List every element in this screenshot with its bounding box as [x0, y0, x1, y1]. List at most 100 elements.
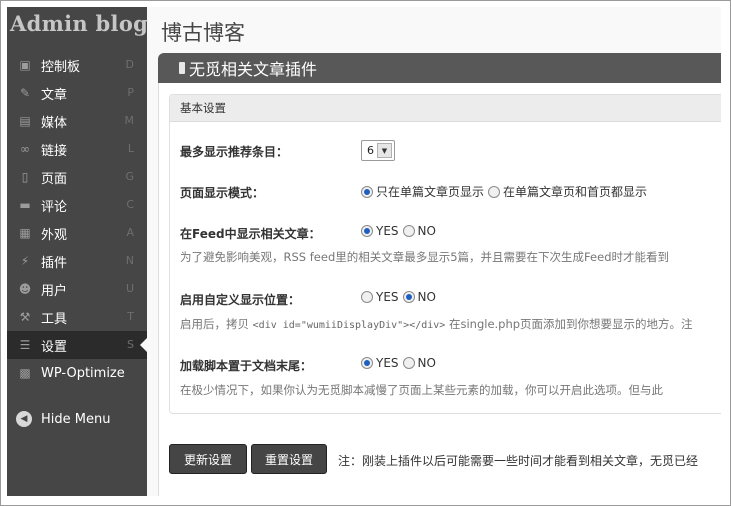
sidebar-item-label: 外观 [41, 227, 68, 243]
mobile-icon [179, 62, 185, 74]
shortcut-key: M [124, 114, 135, 127]
load-footer-label: 加载脚本置于文档末尾： [180, 359, 313, 373]
sidebar-item-plugin[interactable]: ⚡ 插件 N [7, 247, 147, 275]
plugin-header: 无觅相关文章插件 [158, 53, 721, 83]
load-footer-no-radio[interactable] [402, 357, 415, 369]
admin-sidebar: Admin blog ▣ 控制板 D ✎ 文章 P ▤ 媒体 M ∞ 链接 L ▯ 页面 G ▬ 评论 C ▦ 外观 A… [7, 7, 149, 496]
sidebar-item-label: 链接 [41, 143, 68, 159]
custom-position-no-radio[interactable] [402, 291, 415, 303]
shortcut-key: A [126, 226, 134, 239]
install-note: 注：刚装上插件以后可能需要一些时间才能看到相关文章，无觅已经 [338, 454, 699, 468]
comment-icon: ▬ [19, 198, 31, 212]
appearance-icon: ▦ [19, 226, 31, 240]
users-icon: ☻ [18, 282, 32, 296]
max-items-control: 6 ▼ [361, 140, 395, 161]
display-mode-both-radio[interactable] [488, 185, 501, 198]
load-footer-description: 在极少情况下，如果你认为无觅脚本减慢了页面上某些元素的加载，你可以开启此选项。但… [180, 383, 663, 397]
display-mode-single-label: 只在单篇文章页显示 [376, 185, 485, 199]
sidebar-item-label: 页面 [41, 171, 68, 187]
admin-menu: ▣ 控制板 D ✎ 文章 P ▤ 媒体 M ∞ 链接 L ▯ 页面 G ▬ 评论 C ▦ 外观 A ⚡ 插件 N ☻ 用户 U ⚒ 工具… [7, 51, 147, 387]
site-logo: Admin blog [10, 11, 149, 36]
sidebar-item-settings[interactable]: ☰ 设置 S [7, 331, 147, 359]
shortcut-key: D [125, 58, 134, 71]
feed-yes-radio[interactable] [361, 225, 373, 237]
collapse-arrow-icon: ◀ [16, 411, 32, 427]
feed-no-radio[interactable] [402, 225, 415, 237]
media-icon: ▤ [19, 114, 31, 128]
load-footer-control: YES NO [361, 356, 436, 370]
plugin-icon: ⚡ [20, 254, 30, 268]
custom-position-desc-code: <div id="wumiiDisplayDiv"></div> [252, 320, 446, 331]
settings-section-title: 基本设置 [170, 95, 721, 122]
custom-position-yes-label: YES [376, 290, 399, 304]
custom-position-description: 启用后，拷贝 <div id="wumiiDisplayDiv"></div> … [180, 316, 693, 332]
page-icon: ▯ [21, 170, 29, 184]
sidebar-item-comment[interactable]: ▬ 评论 C [7, 191, 147, 219]
sidebar-item-tools[interactable]: ⚒ 工具 T [7, 303, 147, 331]
shortcut-key: P [127, 86, 134, 99]
site-title: 博古博客 [161, 21, 245, 45]
custom-position-desc-before: 启用后，拷贝 [180, 317, 253, 331]
feed-description: 为了避免影响美观，RSS feed里的相关文章最多显示5篇，并且需要在下次生成F… [180, 250, 669, 264]
admin-shell: Admin blog ▣ 控制板 D ✎ 文章 P ▤ 媒体 M ∞ 链接 L ▯ 页面 G ▬ 评论 C ▦ 外观 A… [7, 7, 721, 496]
optimize-icon: ▩ [19, 366, 31, 380]
feed-label: 在Feed中显示相关文章： [180, 227, 321, 241]
sidebar-item-users[interactable]: ☻ 用户 U [7, 275, 147, 303]
sidebar-item-pin[interactable]: ✎ 文章 P [7, 79, 147, 107]
sidebar-item-label: 插件 [41, 255, 68, 271]
chevron-down-icon: ▼ [377, 143, 392, 158]
custom-position-yes-radio[interactable] [361, 291, 373, 303]
sidebar-item-label: WP-Optimize [41, 365, 125, 381]
feed-yes-label: YES [376, 224, 399, 238]
max-items-select[interactable]: 6 ▼ [361, 140, 395, 161]
load-footer-no-label: NO [417, 356, 436, 370]
shortcut-key: L [127, 142, 134, 155]
shortcut-key: N [125, 254, 134, 267]
settings-icon: ☰ [19, 338, 31, 352]
custom-position-control: YES NO [361, 290, 436, 304]
plugin-panel: 基本设置 最多显示推荐条目： 6 ▼ 页面显示模式： 只在单篇文章页显示 在单篇… [158, 83, 721, 496]
custom-position-label: 启用自定义显示位置： [180, 293, 301, 307]
pin-icon: ✎ [19, 86, 31, 100]
dashboard-icon: ▣ [19, 58, 31, 72]
shortcut-key: G [125, 170, 134, 183]
display-mode-control: 只在单篇文章页显示 在单篇文章页和首页都显示 [361, 183, 647, 200]
sidebar-item-label: 文章 [41, 87, 68, 103]
feed-control: YES NO [361, 224, 436, 238]
load-footer-yes-radio[interactable] [361, 357, 373, 369]
custom-position-desc-after: 在single.php页面添加到你想要显示的地方。注 [445, 317, 693, 331]
display-mode-both-label: 在单篇文章页和首页都显示 [503, 185, 648, 199]
sidebar-item-label: 用户 [41, 283, 68, 299]
shortcut-key: C [126, 198, 134, 211]
screenshot-frame: Admin blog ▣ 控制板 D ✎ 文章 P ▤ 媒体 M ∞ 链接 L ▯ 页面 G ▬ 评论 C ▦ 外观 A… [0, 0, 731, 506]
max-items-value: 6 [367, 144, 374, 157]
hide-menu-label: Hide Menu [41, 411, 111, 427]
sidebar-item-dashboard[interactable]: ▣ 控制板 D [7, 51, 147, 79]
sidebar-item-label: 工具 [41, 311, 68, 327]
shortcut-key: T [127, 310, 134, 323]
display-mode-single-radio[interactable] [361, 185, 373, 198]
tools-icon: ⚒ [19, 310, 31, 324]
sidebar-item-media[interactable]: ▤ 媒体 M [7, 107, 147, 135]
sidebar-item-appearance[interactable]: ▦ 外观 A [7, 219, 147, 247]
shortcut-key: S [127, 338, 134, 351]
shortcut-key: U [125, 282, 134, 295]
display-mode-label: 页面显示模式： [180, 186, 265, 200]
sidebar-item-label: 媒体 [41, 115, 68, 131]
sidebar-item-label: 评论 [41, 199, 68, 215]
update-settings-button[interactable]: 更新设置 [169, 444, 247, 474]
sidebar-item-label: 设置 [41, 339, 68, 355]
custom-position-no-label: NO [417, 290, 436, 304]
sidebar-item-link[interactable]: ∞ 链接 L [7, 135, 147, 163]
reset-settings-button[interactable]: 重置设置 [251, 444, 327, 474]
settings-box: 基本设置 最多显示推荐条目： 6 ▼ 页面显示模式： 只在单篇文章页显示 在单篇… [169, 94, 721, 414]
load-footer-yes-label: YES [376, 356, 399, 370]
link-icon: ∞ [20, 142, 30, 156]
max-items-label: 最多显示推荐条目： [180, 145, 289, 159]
sidebar-item-label: 控制板 [41, 59, 81, 75]
plugin-title: 无觅相关文章插件 [189, 60, 318, 79]
sidebar-item-page[interactable]: ▯ 页面 G [7, 163, 147, 191]
feed-no-label: NO [417, 224, 436, 238]
hide-menu-button[interactable]: ◀ Hide Menu [7, 405, 147, 433]
sidebar-item-wp-optimize[interactable]: ▩ WP-Optimize [7, 359, 147, 387]
